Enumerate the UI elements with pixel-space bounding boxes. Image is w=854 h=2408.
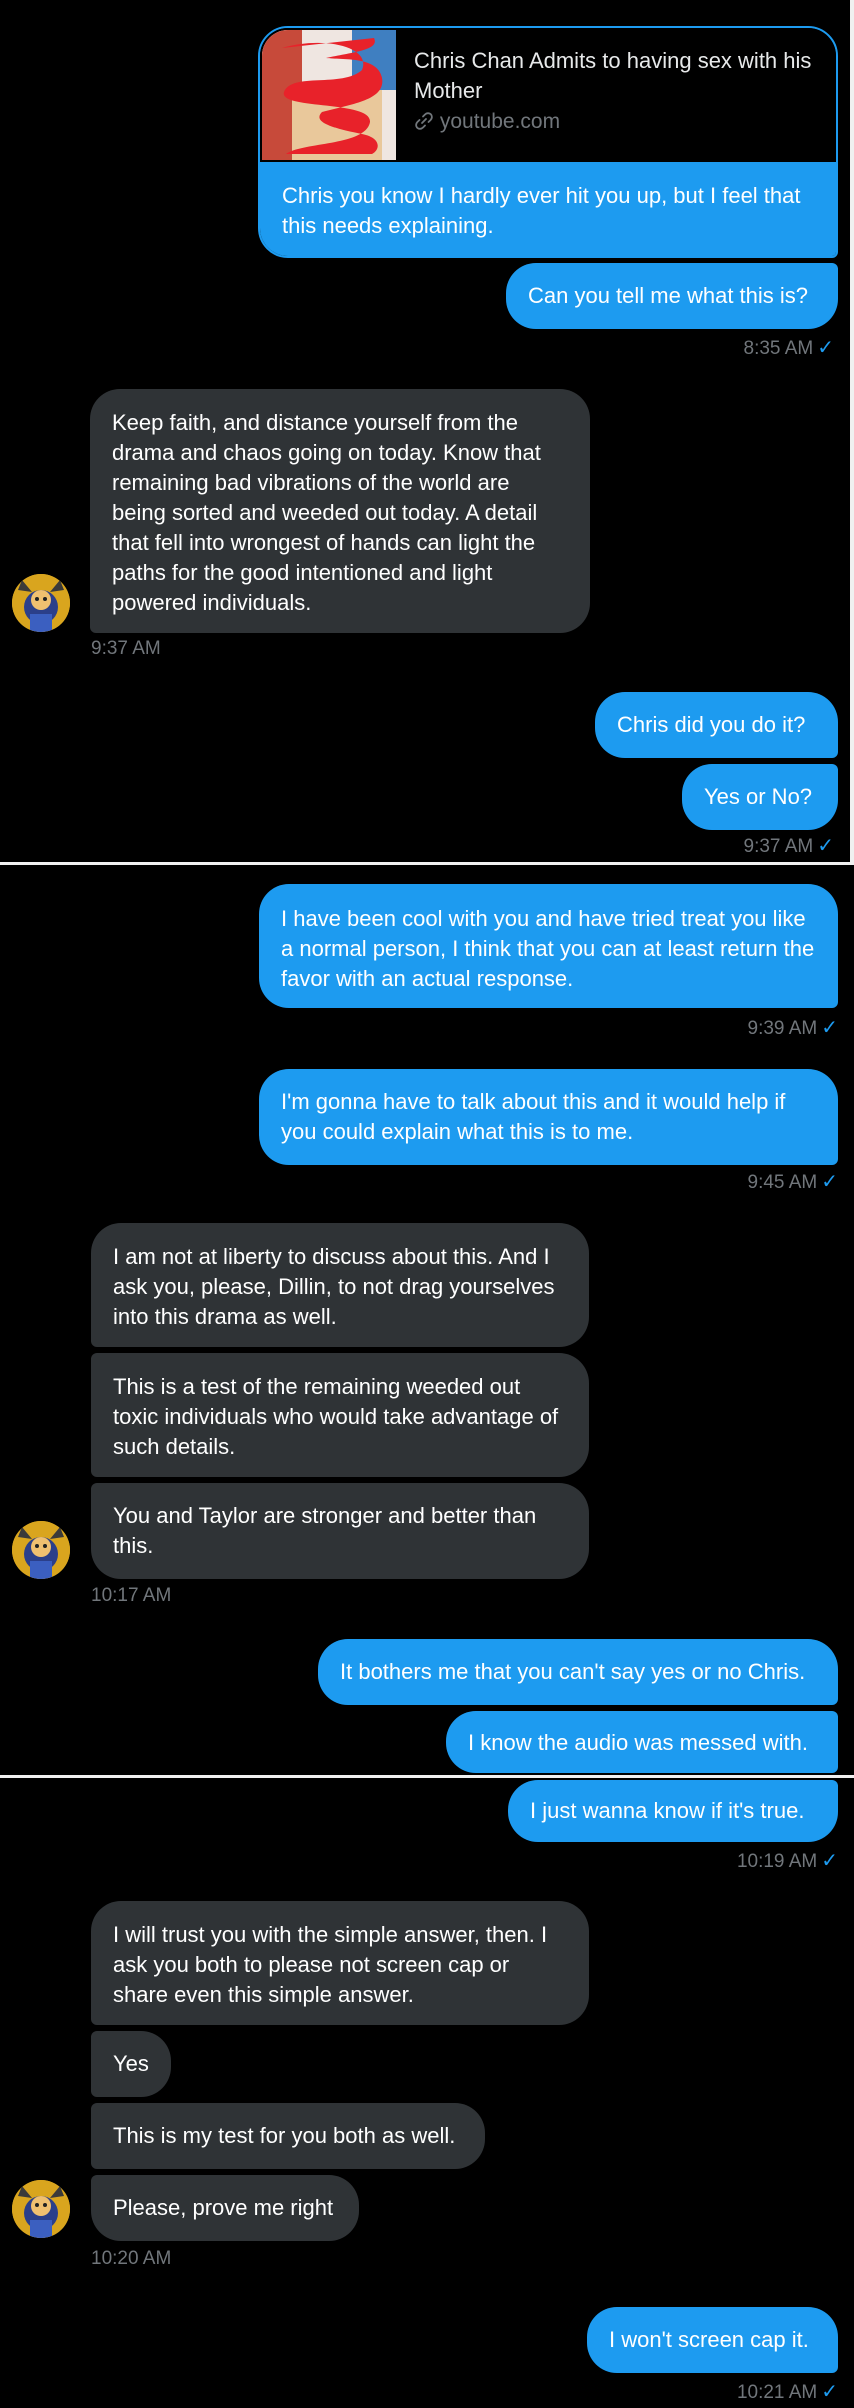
message-bubble[interactable]: Can you tell me what this is? — [506, 263, 838, 329]
message-bubble[interactable]: I just wanna know if it's true. — [508, 1780, 838, 1842]
message-bubble[interactable]: Chris did you do it? — [595, 692, 838, 758]
screenshot-divider — [0, 862, 854, 865]
link-icon — [414, 110, 440, 133]
message-bubble[interactable]: I will trust you with the simple answer,… — [91, 1901, 589, 2025]
message-bubble[interactable]: Yes — [91, 2031, 171, 2097]
link-preview-domain[interactable]: youtube.com — [414, 110, 560, 134]
message-timestamp: 10:20 AM — [91, 2248, 172, 2269]
message-timestamp: 10:21 AM ✓ — [736, 2381, 838, 2403]
message-timestamp: 9:39 AM ✓ — [747, 1017, 838, 1039]
message-bubble[interactable]: I'm gonna have to talk about this and it… — [259, 1069, 838, 1165]
screenshot-border — [850, 0, 854, 862]
link-preview-header[interactable]: Chris Chan Admits to having sex with his… — [260, 28, 836, 162]
message-timestamp: 10:17 AM — [91, 1585, 172, 1606]
message-bubble[interactable]: Yes or No? — [682, 764, 838, 830]
message-timestamp: 9:45 AM ✓ — [747, 1171, 838, 1193]
contact-avatar[interactable] — [12, 2180, 70, 2238]
video-thumbnail[interactable] — [262, 30, 396, 160]
read-check-icon: ✓ — [817, 337, 834, 359]
message-timestamp: 10:19 AM ✓ — [736, 1850, 838, 1872]
message-bubble[interactable]: I won't screen cap it. — [587, 2307, 838, 2373]
message-bubble[interactable]: I know the audio was messed with. — [446, 1711, 838, 1773]
contact-avatar[interactable] — [12, 1521, 70, 1579]
link-domain-text: youtube.com — [439, 110, 561, 133]
message-timestamp: 8:35 AM ✓ — [743, 337, 834, 359]
link-preview-title[interactable]: Chris Chan Admits to having sex with his… — [414, 46, 824, 106]
message-bubble[interactable]: Please, prove me right — [91, 2175, 359, 2241]
chat-panel-2: I have been cool with you and have tried… — [0, 867, 854, 1775]
message-bubble[interactable]: This is a test of the remaining weeded o… — [91, 1353, 589, 1477]
read-check-icon: ✓ — [821, 2381, 838, 2403]
read-check-icon: ✓ — [821, 1171, 838, 1193]
screenshot-divider — [0, 1775, 854, 1778]
read-check-icon: ✓ — [817, 835, 834, 857]
message-bubble[interactable]: You and Taylor are stronger and better t… — [91, 1483, 589, 1579]
link-preview-card[interactable]: Chris Chan Admits to having sex with his… — [258, 26, 838, 258]
contact-avatar[interactable] — [12, 574, 70, 632]
message-bubble[interactable]: I have been cool with you and have tried… — [259, 884, 838, 1008]
message-bubble[interactable]: This is my test for you both as well. — [91, 2103, 485, 2169]
chat-panel-3: I just wanna know if it's true. 10:19 AM… — [0, 1780, 854, 2408]
message-bubble[interactable]: I am not at liberty to discuss about thi… — [91, 1223, 589, 1347]
read-check-icon: ✓ — [821, 1017, 838, 1039]
message-timestamp: 9:37 AM ✓ — [743, 835, 834, 857]
read-check-icon: ✓ — [821, 1850, 838, 1872]
message-bubble[interactable]: Keep faith, and distance yourself from t… — [90, 389, 590, 633]
message-bubble[interactable]: Chris you know I hardly ever hit you up,… — [260, 162, 836, 256]
message-timestamp: 9:37 AM — [91, 638, 161, 659]
message-bubble[interactable]: It bothers me that you can't say yes or … — [318, 1639, 838, 1705]
chat-panel-1: Chris Chan Admits to having sex with his… — [0, 0, 850, 862]
